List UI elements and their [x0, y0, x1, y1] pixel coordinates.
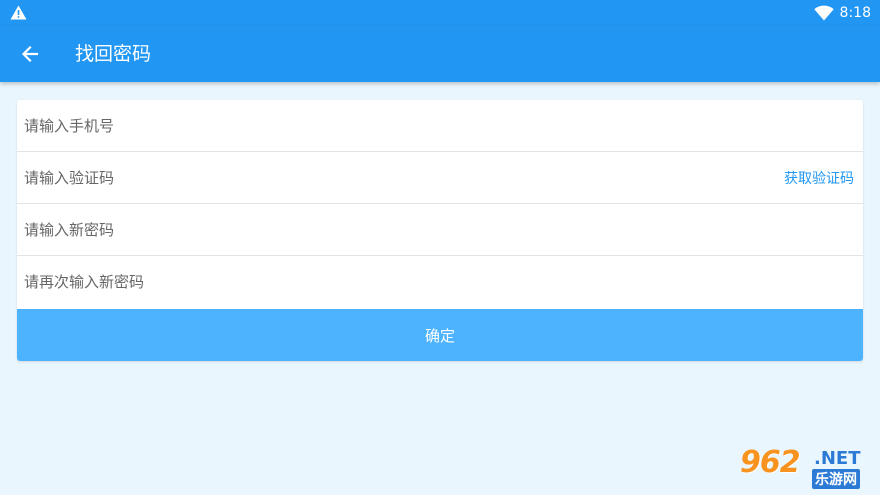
status-time: 8:18 [839, 5, 871, 21]
app-bar: 找回密码 [0, 26, 880, 82]
get-code-button[interactable]: 获取验证码 [784, 168, 863, 188]
new-password-row [17, 204, 863, 256]
confirm-button[interactable]: 确定 [17, 309, 863, 361]
confirm-password-row [17, 256, 863, 308]
phone-input[interactable] [17, 100, 863, 151]
wifi-icon [814, 5, 834, 21]
confirm-password-input[interactable] [17, 256, 863, 308]
watermark-suffix: .NET [814, 448, 861, 469]
back-button[interactable] [14, 38, 46, 70]
code-field-row: 获取验证码 [17, 152, 863, 204]
reset-password-form: 获取验证码 确定 [17, 100, 863, 361]
verification-code-input[interactable] [17, 152, 784, 203]
watermark-site-name: 乐游网 [812, 469, 860, 489]
site-watermark: 962 .NET 乐游网 [738, 445, 874, 491]
page-title: 找回密码 [75, 43, 152, 65]
warning-icon [10, 5, 27, 20]
phone-field-row [17, 100, 863, 152]
watermark-number: 962 [740, 445, 801, 480]
new-password-input[interactable] [17, 204, 863, 255]
status-bar: 8:18 [0, 0, 880, 26]
arrow-left-icon [21, 45, 39, 63]
